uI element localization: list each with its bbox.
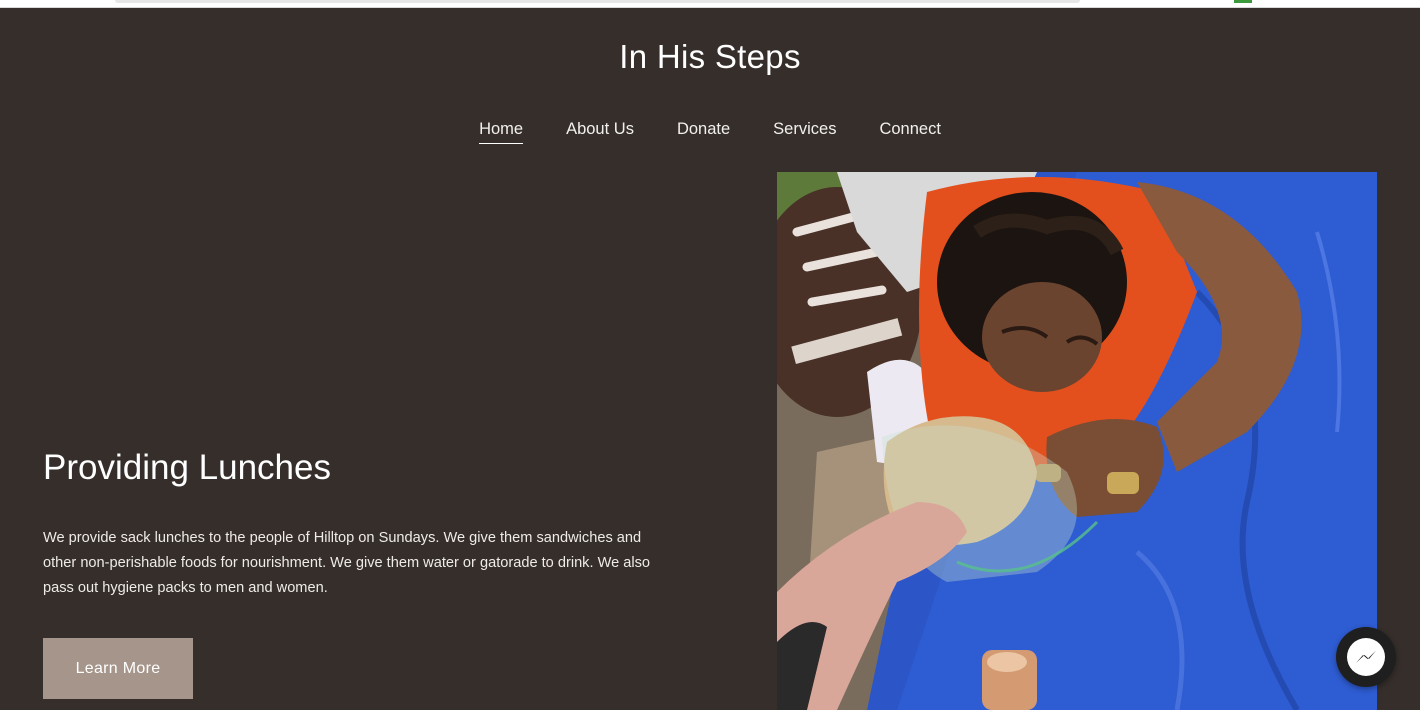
hero-description: We provide sack lunches to the people of… [43,530,651,596]
nav-item-donate[interactable]: Donate [677,120,730,144]
extension-icon[interactable] [1234,0,1252,3]
nav-item-home[interactable]: Home [479,120,524,144]
nav-item-services[interactable]: Services [773,120,836,144]
site-title[interactable]: In His Steps [0,38,1420,76]
address-bar-edge [115,0,1080,3]
main-nav: Home About Us Donate Services Connect [0,120,1420,144]
browser-top-strip [0,0,1420,8]
learn-more-button[interactable]: Learn More [43,638,193,699]
hero-heading: Providing Lunches [43,448,331,487]
nav-item-connect[interactable]: Connect [879,120,940,144]
messenger-icon [1347,638,1385,676]
photo-lunch-handout [777,172,1377,710]
nav-item-about-us[interactable]: About Us [566,120,634,144]
hero-photo [777,172,1377,710]
messenger-chat-button[interactable] [1336,627,1396,687]
site-page: In His Steps Home About Us Donate Servic… [0,8,1420,710]
